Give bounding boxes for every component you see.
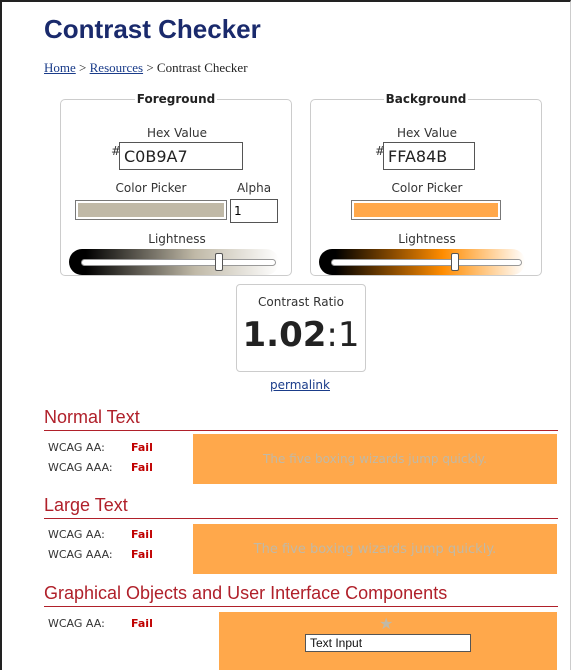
- background-legend: Background: [385, 92, 467, 106]
- fg-color-picker-label: Color Picker: [115, 181, 187, 195]
- normal-wcag-aa-result: Fail: [131, 441, 153, 454]
- demo-text-input[interactable]: [305, 634, 471, 652]
- fg-lightness-thumb[interactable]: [215, 253, 224, 271]
- contrast-ratio-value: 1.02:1: [237, 315, 365, 355]
- contrast-ratio-number: 1.02: [242, 315, 327, 355]
- breadcrumb: Home > Resources > Contrast Checker: [44, 60, 248, 76]
- fg-lightness-slider[interactable]: [69, 249, 279, 275]
- contrast-ratio-box: Contrast Ratio 1.02:1: [236, 284, 366, 372]
- bg-color-picker-label: Color Picker: [391, 181, 463, 195]
- contrast-ratio-suffix: :1: [326, 315, 360, 355]
- breadcrumb-home-link[interactable]: Home: [44, 60, 76, 75]
- normal-text-divider: [44, 430, 558, 431]
- breadcrumb-current: Contrast Checker: [156, 60, 248, 75]
- graphical-wcag-aa-label: WCAG AA:: [48, 617, 105, 630]
- graphical-wcag-aa-result: Fail: [131, 617, 153, 630]
- large-wcag-aa-label: WCAG AA:: [48, 528, 105, 541]
- foreground-panel: Foreground Hex Value # Color Picker Alph…: [60, 92, 292, 276]
- fg-alpha-input[interactable]: [230, 199, 278, 223]
- fg-hex-input[interactable]: [119, 142, 243, 170]
- graphical-objects-sample: ★: [219, 612, 557, 670]
- breadcrumb-resources-link[interactable]: Resources: [90, 60, 143, 75]
- large-text-sample: The five boxing wizards jump quickly.: [193, 524, 557, 574]
- contrast-ratio-label: Contrast Ratio: [258, 295, 344, 309]
- fg-hex-label: Hex Value: [146, 126, 208, 140]
- page-title: Contrast Checker: [44, 14, 261, 44]
- bg-lightness-label: Lightness: [398, 232, 456, 246]
- fg-color-picker[interactable]: [75, 200, 227, 220]
- star-icon: ★: [379, 614, 394, 633]
- normal-text-heading: Normal Text: [44, 407, 140, 427]
- graphical-objects-divider: [44, 606, 558, 607]
- bg-lightness-thumb[interactable]: [451, 253, 460, 271]
- large-wcag-aaa-label: WCAG AAA:: [48, 548, 113, 561]
- normal-text-sample: The five boxing wizards jump quickly.: [193, 434, 557, 484]
- fg-lightness-track: [81, 259, 276, 266]
- large-text-divider: [44, 518, 558, 519]
- bg-color-picker[interactable]: [351, 200, 501, 220]
- normal-wcag-aaa-label: WCAG AAA:: [48, 461, 113, 474]
- breadcrumb-separator: >: [143, 60, 157, 75]
- fg-alpha-label: Alpha: [236, 181, 272, 195]
- permalink-link[interactable]: permalink: [270, 378, 330, 392]
- bg-color-swatch: [354, 203, 498, 217]
- normal-wcag-aaa-result: Fail: [131, 461, 153, 474]
- background-panel: Background Hex Value # Color Picker Ligh…: [310, 92, 542, 276]
- foreground-legend: Foreground: [136, 92, 216, 106]
- breadcrumb-separator: >: [75, 60, 90, 75]
- large-wcag-aaa-result: Fail: [131, 548, 153, 561]
- bg-lightness-slider[interactable]: [319, 249, 525, 275]
- large-text-heading: Large Text: [44, 495, 128, 515]
- bg-lightness-track: [331, 259, 522, 266]
- normal-wcag-aa-label: WCAG AA:: [48, 441, 105, 454]
- bg-hex-input[interactable]: [383, 142, 475, 170]
- fg-color-swatch: [78, 203, 224, 217]
- large-wcag-aa-result: Fail: [131, 528, 153, 541]
- fg-lightness-label: Lightness: [148, 232, 206, 246]
- bg-hex-label: Hex Value: [396, 126, 458, 140]
- graphical-objects-heading: Graphical Objects and User Interface Com…: [44, 583, 448, 603]
